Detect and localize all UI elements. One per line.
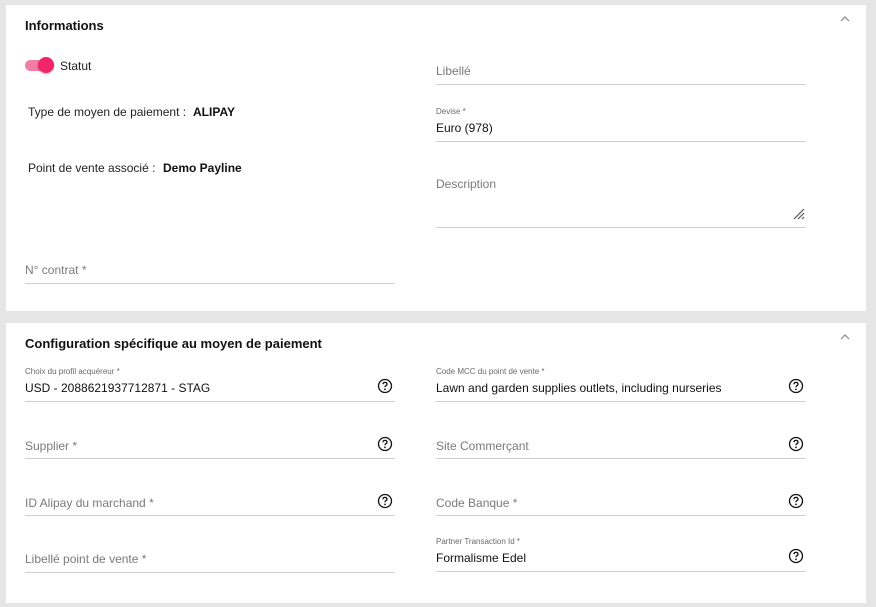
profil-value: USD - 2088621937712871 - STAG [25,381,211,395]
statut-label: Statut [60,59,92,73]
mcc-label: Code MCC du point de vente * [436,367,545,376]
supplier-field[interactable]: Supplier * [25,427,395,459]
contrat-field[interactable]: N° contrat * [25,253,395,284]
profil-label: Choix du profil acquéreur * [25,367,120,376]
contrat-placeholder: N° contrat * [25,263,87,277]
mcc-value: Lawn and garden supplies outlets, includ… [436,381,722,395]
devise-label: Devise * [436,107,466,116]
devise-select[interactable]: Devise * Euro (978) [436,107,806,142]
libelle-pv-placeholder: Libellé point de vente * [25,552,147,566]
help-icon[interactable] [788,378,804,394]
help-icon[interactable] [377,378,393,394]
libelle-field[interactable]: Libellé [436,53,806,85]
pos-value: Demo Payline [163,161,242,175]
help-icon[interactable] [788,548,804,564]
code-mcc-select[interactable]: Code MCC du point de vente * Lawn and ga… [436,367,806,402]
site-commercant-field[interactable]: Site Commerçant [436,427,806,459]
partner-transaction-field[interactable]: Partner Transaction Id * Formalisme Edel [436,537,806,572]
chevron-up-icon[interactable] [840,14,850,24]
libelle-placeholder: Libellé [436,64,471,78]
devise-value: Euro (978) [436,121,493,135]
help-icon[interactable] [377,493,393,509]
code-banque-field[interactable]: Code Banque * [436,484,806,516]
description-textarea[interactable]: Description [436,165,806,228]
payment-type-value: ALIPAY [193,105,236,119]
chevron-up-icon[interactable] [840,332,850,342]
libelle-pv-field[interactable]: Libellé point de vente * [25,540,395,573]
toggle-knob [38,57,54,73]
informations-title: Informations [25,18,104,33]
profil-acquereur-select[interactable]: Choix du profil acquéreur * USD - 208862… [25,367,395,402]
code-banque-placeholder: Code Banque * [436,496,518,510]
site-placeholder: Site Commerçant [436,439,529,453]
alipay-id-field[interactable]: ID Alipay du marchand * [25,484,395,516]
description-placeholder: Description [436,177,497,191]
config-panel: Configuration spécifique au moyen de pai… [6,323,866,603]
pos-label: Point de vente associé : [28,161,156,175]
alipay-id-placeholder: ID Alipay du marchand * [25,496,154,510]
partner-label: Partner Transaction Id * [436,537,521,546]
partner-value: Formalisme Edel [436,551,527,565]
help-icon[interactable] [788,436,804,452]
help-icon[interactable] [788,493,804,509]
help-icon[interactable] [377,436,393,452]
supplier-placeholder: Supplier * [25,439,78,453]
payment-type-label: Type de moyen de paiement : [28,105,187,119]
statut-toggle[interactable] [25,57,54,73]
config-title: Configuration spécifique au moyen de pai… [25,336,322,351]
informations-panel: Informations Statut Type de moyen de pai… [6,5,866,311]
resize-handle-icon[interactable] [791,206,805,220]
